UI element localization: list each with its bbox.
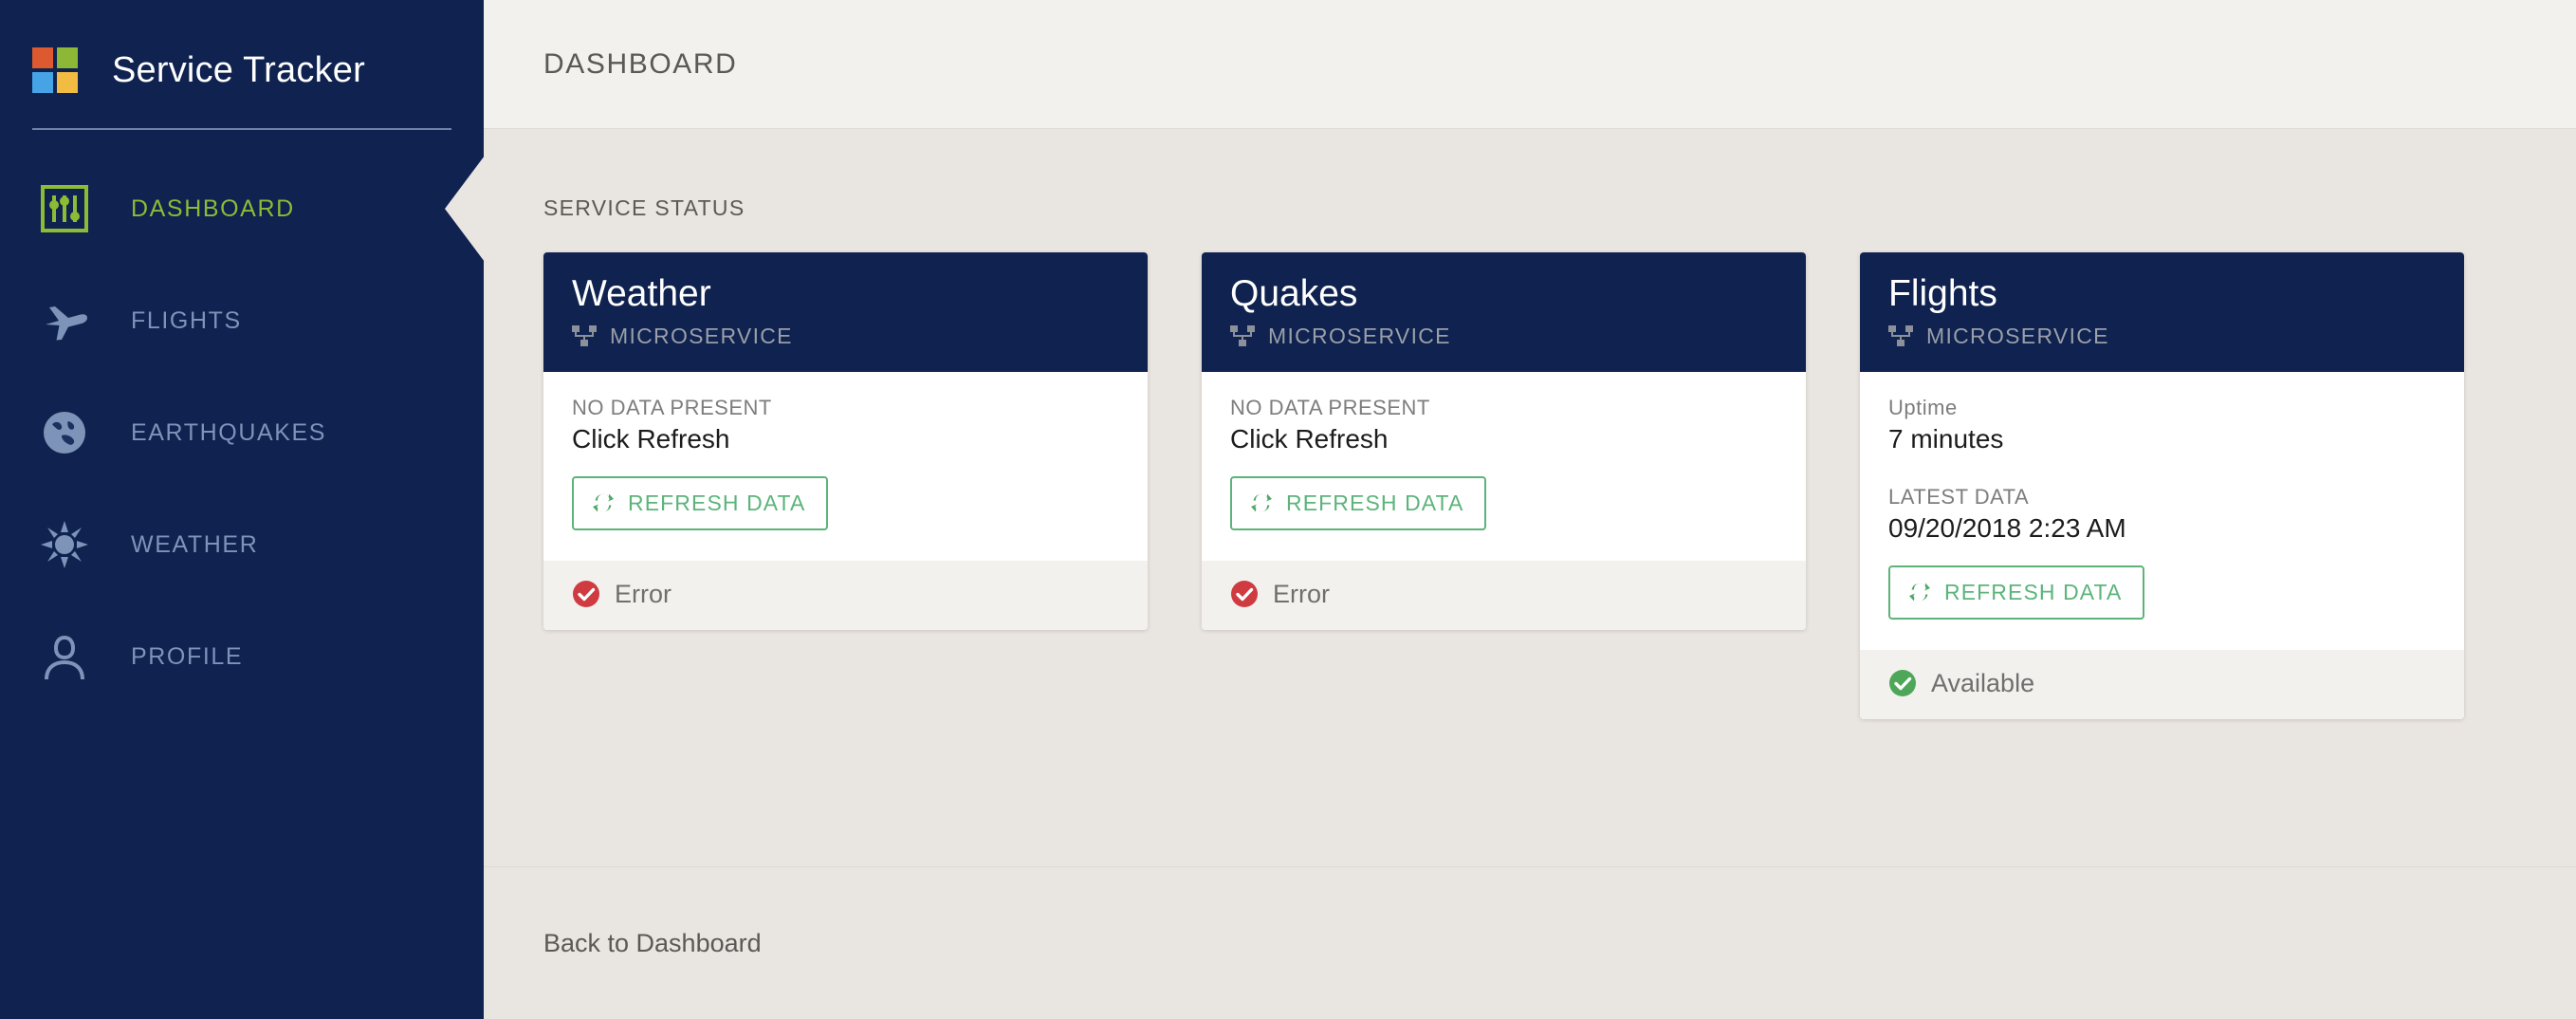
refresh-data-button[interactable]: REFRESH DATA [1230,475,1487,530]
card-body: Uptime 7 minutes LATEST DATA 09/20/2018 … [1860,371,2464,650]
card-header: Flights MICROSERVICE [1860,252,2464,372]
card-subtitle-text: MICROSERVICE [610,323,793,348]
sidebar-item-earthquakes[interactable]: EARTHQUAKES [0,377,484,489]
refresh-button-label: REFRESH DATA [1944,579,2123,604]
sidebar-item-weather[interactable]: WEATHER [0,489,484,601]
card-status-bar: Error [1202,560,1806,630]
sidebar-item-label: PROFILE [131,642,244,670]
field-value: Click Refresh [572,424,730,454]
logo-square-2 [57,47,78,68]
airplane-icon [40,296,89,345]
sidebar-item-label: WEATHER [131,530,259,558]
refresh-button-label: REFRESH DATA [1286,490,1464,515]
refresh-data-button[interactable]: REFRESH DATA [572,475,829,530]
field-value: Click Refresh [1230,424,1389,454]
sitemap-icon [572,325,597,347]
check-circle-icon [572,580,600,608]
service-card: Weather MICROSERVICE NO DATA PRESENT Cli… [543,252,1148,630]
sidebar-nav: DASHBOARD FLIGHTS EARTHQUAKES WEATHER PR… [0,153,485,713]
page-header: DASHBOARD [484,0,2576,129]
card-header: Weather MICROSERVICE [543,252,1148,372]
refresh-data-button[interactable]: REFRESH DATA [1888,565,2145,620]
brand: Service Tracker [0,0,484,112]
sidebar-item-label: EARTHQUAKES [131,418,327,446]
card-body: NO DATA PRESENT Click Refresh REFRESH DA… [543,371,1148,561]
sidebar-item-label: FLIGHTS [131,306,242,334]
card-header: Quakes MICROSERVICE [1202,252,1806,372]
logo-square-4 [57,72,78,93]
card-field: Uptime 7 minutes [1888,395,2436,455]
sidebar-item-label: DASHBOARD [131,195,295,222]
service-card-list: Weather MICROSERVICE NO DATA PRESENT Cli… [543,252,2576,719]
card-subtitle-text: MICROSERVICE [1926,323,2109,348]
status-label: Error [615,579,672,608]
sidebar: Service Tracker DASHBOARD FLIGHTS EARTHQ… [0,0,485,1019]
back-to-dashboard-link[interactable]: Back to Dashboard [543,929,762,958]
card-body: NO DATA PRESENT Click Refresh REFRESH DA… [1202,371,1806,561]
refresh-icon [591,491,616,514]
card-status-bar: Available [1860,649,2464,719]
card-field: LATEST DATA 09/20/2018 2:23 AM [1888,484,2436,545]
card-subtitle-text: MICROSERVICE [1268,323,1451,348]
page-title: DASHBOARD [543,47,738,80]
card-subtitle: MICROSERVICE [1888,324,2436,349]
field-value: 7 minutes [1888,424,2004,454]
logo-square-3 [32,72,53,93]
check-circle-icon [1230,580,1259,608]
card-field: NO DATA PRESENT Click Refresh [1230,395,1777,455]
app-logo-icon [32,47,78,93]
content-area: SERVICE STATUS Weather MICROSERVICE NO D… [484,129,2576,866]
field-label: Uptime [1888,395,1958,419]
card-title: Flights [1888,273,1997,314]
service-card: Flights MICROSERVICE Uptime 7 minutes LA… [1860,252,2464,719]
brand-title: Service Tracker [112,49,365,90]
field-value: 09/20/2018 2:23 AM [1888,513,2126,544]
refresh-button-label: REFRESH DATA [628,490,806,515]
refresh-icon [1907,581,1932,603]
field-label: NO DATA PRESENT [1230,395,1430,419]
service-card: Quakes MICROSERVICE NO DATA PRESENT Clic… [1202,252,1806,630]
status-label: Error [1273,579,1330,608]
logo-square-1 [32,47,53,68]
card-status-bar: Error [543,560,1148,630]
person-icon [40,632,89,681]
card-subtitle: MICROSERVICE [572,324,1119,349]
check-circle-icon [1888,669,1917,697]
sun-icon [40,520,89,569]
sitemap-icon [1888,325,1913,347]
refresh-icon [1249,491,1274,514]
main-area: DASHBOARD SERVICE STATUS Weather MICROSE… [484,0,2576,1019]
app-root: Service Tracker DASHBOARD FLIGHTS EARTHQ… [0,0,2576,1019]
section-label: SERVICE STATUS [543,195,745,220]
card-title: Weather [572,273,711,314]
sliders-icon [40,184,89,233]
sidebar-item-dashboard[interactable]: DASHBOARD [0,153,485,265]
sidebar-item-flights[interactable]: FLIGHTS [0,265,484,377]
card-subtitle: MICROSERVICE [1230,324,1777,349]
status-label: Available [1931,668,2035,697]
globe-icon [40,408,89,457]
active-item-pointer [445,156,485,262]
sidebar-item-profile[interactable]: PROFILE [0,601,484,713]
field-label: LATEST DATA [1888,484,2030,509]
field-label: NO DATA PRESENT [572,395,772,419]
sitemap-icon [1230,325,1255,347]
card-title: Quakes [1230,273,1358,314]
footer-bar: Back to Dashboard [484,867,2576,1019]
sidebar-divider [32,128,451,130]
card-field: NO DATA PRESENT Click Refresh [572,395,1119,455]
